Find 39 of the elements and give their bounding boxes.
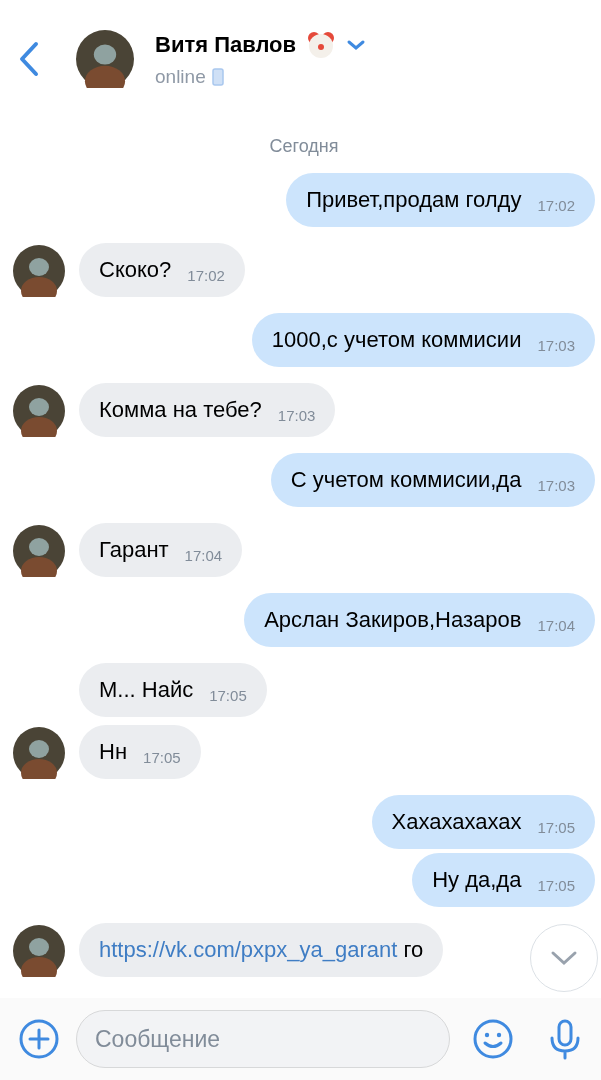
message-text: С учетом коммисии,да	[290, 467, 522, 493]
message-time: 17:02	[537, 197, 575, 214]
avatar	[13, 385, 65, 437]
avatar	[13, 525, 65, 577]
message-text: Гарант	[99, 537, 169, 563]
message-time: 17:03	[277, 407, 316, 424]
message-text: 1000,с учетом коммисии	[271, 327, 522, 353]
message-time: 17:05	[537, 819, 575, 836]
message-time: 17:02	[187, 267, 225, 284]
message-text: М... Найс	[99, 677, 194, 703]
chevron-down-icon	[549, 949, 579, 967]
avatar	[13, 245, 65, 297]
smiley-icon[interactable]	[472, 1018, 514, 1060]
message-text: Нн	[99, 739, 128, 765]
message-time: 17:04	[184, 547, 223, 564]
message-time: 17:04	[537, 617, 575, 634]
message-text: https://vk.com/pxpx_ya_garant го	[99, 937, 424, 963]
message-time: 17:05	[537, 877, 575, 894]
online-status: online	[155, 66, 206, 88]
message-text: Привет,продам голду	[306, 187, 522, 213]
contact-name: Витя Павлов	[155, 32, 297, 58]
chevron-down-icon[interactable]	[346, 38, 367, 52]
date-separator: Сегодня	[269, 136, 339, 157]
message-text: Ну да,да	[432, 867, 522, 893]
avatar	[13, 727, 65, 779]
phone-icon	[211, 68, 224, 86]
message-time: 17:05	[143, 749, 181, 766]
message-text: Хахахахахах	[391, 809, 522, 835]
add-icon[interactable]	[18, 1018, 60, 1060]
message-text: Арслан Закиров,Назаров	[264, 607, 522, 633]
avatar	[13, 925, 65, 977]
message-time: 17:03	[537, 337, 575, 354]
message-text: Скоко?	[99, 257, 172, 283]
message-time: 17:03	[537, 477, 575, 494]
message-time: 17:05	[209, 687, 247, 704]
link[interactable]: https://vk.com/pxpx_ya_garant	[99, 937, 398, 962]
avatar	[76, 30, 134, 88]
message-input[interactable]: Сообщение	[76, 1010, 450, 1068]
message-text: Комма на тебе?	[99, 397, 262, 423]
